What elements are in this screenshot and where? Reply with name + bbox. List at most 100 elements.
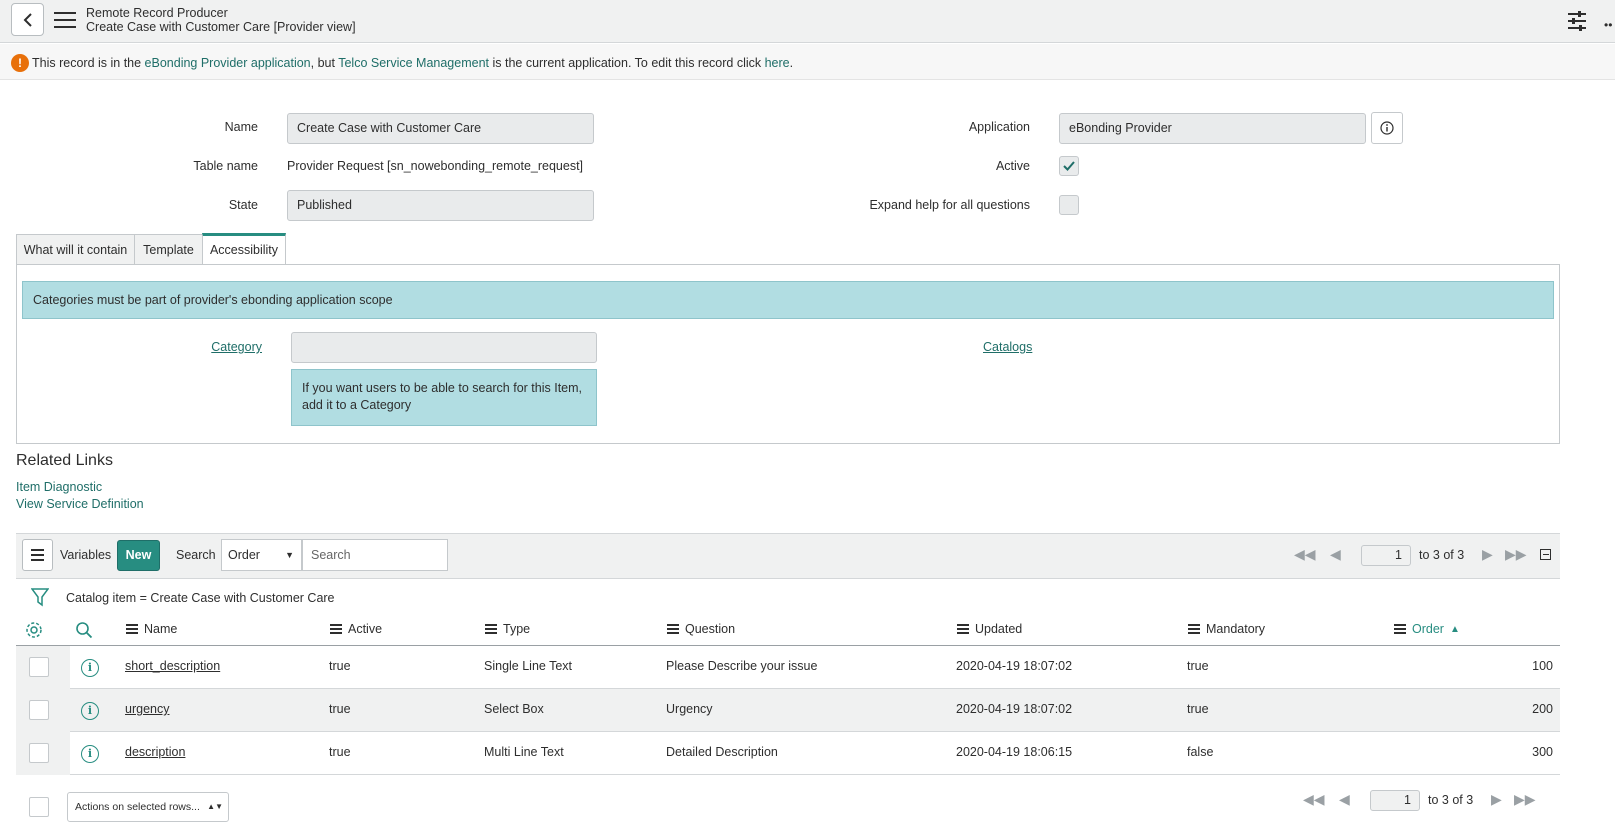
- back-button[interactable]: [11, 3, 44, 36]
- cell-active: true: [329, 659, 351, 673]
- more-icon[interactable]: ••: [1604, 18, 1612, 32]
- column-label: Name: [144, 622, 178, 636]
- column-label: Type: [503, 622, 531, 636]
- warning-icon: !: [11, 54, 29, 72]
- cell-type: Select Box: [484, 702, 544, 716]
- filter-icon[interactable]: [30, 587, 50, 610]
- cell-updated: 2020-04-19 18:07:02: [956, 659, 1073, 673]
- bottom-page-info: to 3 of 3: [1428, 793, 1474, 807]
- column-menu-icon[interactable]: [1188, 624, 1200, 634]
- search-input[interactable]: Search: [302, 539, 448, 571]
- next-page-icon[interactable]: ▶: [1491, 791, 1502, 808]
- column-header-mandatory[interactable]: Mandatory: [1188, 622, 1265, 636]
- name-field[interactable]: Create Case with Customer Care: [287, 113, 594, 144]
- view-service-definition-link[interactable]: View Service Definition: [16, 497, 144, 511]
- column-label: Mandatory: [1206, 622, 1266, 636]
- page-title: Remote Record Producer: [86, 6, 228, 20]
- next-page-icon[interactable]: ▶: [1482, 546, 1493, 563]
- column-header-type[interactable]: Type: [485, 622, 530, 636]
- column-header-name[interactable]: Name: [126, 622, 177, 636]
- page-input[interactable]: 1: [1361, 545, 1411, 566]
- item-diagnostic-link[interactable]: Item Diagnostic: [16, 480, 102, 494]
- cell-question: Please Describe your issue: [666, 659, 818, 673]
- cell-updated: 2020-04-19 18:07:02: [956, 702, 1073, 716]
- page-info: to 3 of 3: [1419, 548, 1465, 562]
- column-label: Active: [348, 622, 383, 636]
- first-page-icon[interactable]: ◀◀: [1294, 546, 1316, 563]
- cell-order: 300: [1532, 745, 1553, 759]
- column-header-order[interactable]: Order ▲: [1394, 622, 1460, 636]
- actions-label: Actions on selected rows...: [75, 801, 200, 813]
- column-menu-icon[interactable]: [667, 624, 679, 634]
- state-field[interactable]: Published: [287, 190, 594, 221]
- variable-name-link[interactable]: short_description: [125, 659, 220, 673]
- last-page-icon[interactable]: ▶▶: [1514, 791, 1536, 808]
- banner-text: This record is in the: [32, 56, 145, 70]
- category-link[interactable]: Category: [190, 340, 262, 354]
- row-checkbox[interactable]: [29, 700, 49, 720]
- row-checkbox[interactable]: [29, 657, 49, 677]
- filter-breadcrumb[interactable]: Catalog item = Create Case with Customer…: [66, 591, 335, 605]
- application-field[interactable]: eBonding Provider: [1059, 113, 1366, 144]
- sliders-icon[interactable]: [1566, 10, 1588, 35]
- column-header-active[interactable]: Active: [330, 622, 382, 636]
- tab-template[interactable]: Template: [134, 234, 203, 265]
- collapse-icon[interactable]: [1540, 549, 1551, 560]
- expand-help-checkbox[interactable]: [1059, 195, 1079, 215]
- new-button[interactable]: New: [117, 540, 160, 571]
- column-menu-icon[interactable]: [1394, 624, 1406, 634]
- search-field-select[interactable]: Order ▼: [221, 539, 302, 571]
- category-field[interactable]: [291, 332, 597, 363]
- search-label: Search: [176, 548, 216, 562]
- column-header-updated[interactable]: Updated: [957, 622, 1022, 636]
- menu-icon[interactable]: [54, 10, 76, 30]
- column-label: Question: [685, 622, 736, 636]
- application-info-button[interactable]: [1371, 112, 1403, 144]
- variable-name-link[interactable]: description: [125, 745, 185, 759]
- info-icon[interactable]: i: [81, 659, 99, 677]
- related-links-title: Related Links: [16, 452, 113, 469]
- caret-down-icon: ▼: [285, 550, 294, 560]
- state-label: State: [228, 198, 258, 212]
- cell-type: Single Line Text: [484, 659, 573, 673]
- bottom-page-input[interactable]: 1: [1370, 790, 1420, 811]
- table-row: [16, 689, 1560, 732]
- info-icon[interactable]: i: [81, 702, 99, 720]
- last-page-icon[interactable]: ▶▶: [1505, 546, 1527, 563]
- banner-text: .: [789, 56, 794, 70]
- checkmark-icon: [1063, 161, 1075, 171]
- record-title: Create Case with Customer Care [Provider…: [86, 20, 356, 34]
- edit-here-link[interactable]: here: [765, 56, 790, 70]
- app-link[interactable]: eBonding Provider application: [145, 56, 311, 70]
- column-menu-icon[interactable]: [957, 624, 969, 634]
- tab-accessibility[interactable]: Accessibility: [202, 233, 286, 265]
- column-menu-icon[interactable]: [330, 624, 342, 634]
- updown-icon: ▲▼: [207, 802, 223, 811]
- active-checkbox[interactable]: [1059, 156, 1079, 176]
- active-label: Active: [995, 159, 1030, 173]
- gear-icon[interactable]: [25, 621, 43, 642]
- expand-help-label: Expand help for all questions: [869, 198, 1030, 212]
- column-menu-icon[interactable]: [126, 624, 138, 634]
- cell-question: Urgency: [666, 702, 713, 716]
- catalogs-link[interactable]: Catalogs: [983, 340, 1032, 354]
- sort-ascending-icon: ▲: [1449, 623, 1460, 635]
- prev-page-icon[interactable]: ◀: [1330, 546, 1341, 563]
- column-label: Order: [1412, 622, 1444, 636]
- list-menu-button[interactable]: [22, 539, 53, 571]
- current-app-link[interactable]: Telco Service Management: [338, 56, 489, 70]
- cell-active: true: [329, 702, 351, 716]
- prev-page-icon[interactable]: ◀: [1339, 791, 1350, 808]
- variable-name-link[interactable]: urgency: [125, 702, 169, 716]
- cell-active: true: [329, 745, 351, 759]
- column-header-question[interactable]: Question: [667, 622, 735, 636]
- column-menu-icon[interactable]: [485, 624, 497, 634]
- first-page-icon[interactable]: ◀◀: [1303, 791, 1325, 808]
- tab-what-will-it-contain[interactable]: What will it contain: [16, 234, 135, 265]
- select-all-checkbox[interactable]: [29, 797, 49, 817]
- info-icon[interactable]: i: [81, 745, 99, 763]
- search-icon[interactable]: [75, 621, 93, 642]
- row-checkbox[interactable]: [29, 743, 49, 763]
- cell-question: Detailed Description: [666, 745, 778, 759]
- actions-select[interactable]: Actions on selected rows... ▲▼: [67, 792, 229, 822]
